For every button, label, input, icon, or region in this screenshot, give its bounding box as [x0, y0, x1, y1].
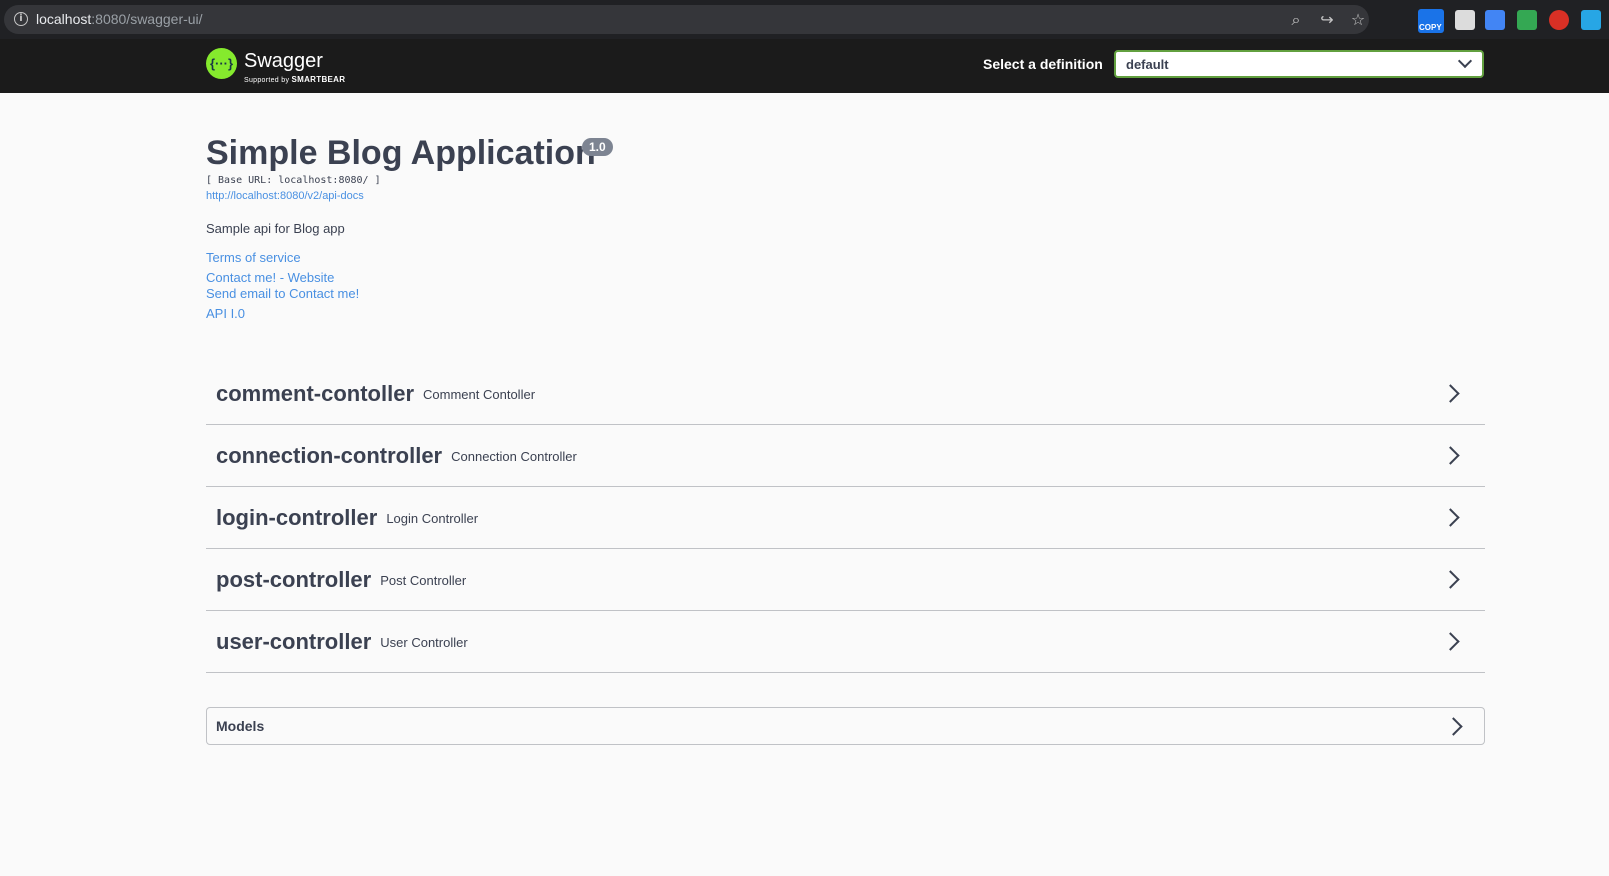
chevron-right-icon[interactable] — [1441, 632, 1460, 651]
tag-section-comment-contoller[interactable]: comment-contoller Comment Contoller — [206, 363, 1485, 425]
definition-select-label: Select a definition — [983, 56, 1103, 72]
chevron-right-icon[interactable] — [1444, 717, 1463, 736]
swagger-logo-icon[interactable]: {···} — [206, 48, 237, 79]
tag-section-post-controller[interactable]: post-controller Post Controller — [206, 549, 1485, 611]
cube-extension-icon[interactable] — [1455, 10, 1475, 30]
base-url: [ Base URL: localhost:8080/ ] — [206, 175, 381, 186]
tag-section-login-controller[interactable]: login-controller Login Controller — [206, 487, 1485, 549]
tag-description: User Controller — [380, 635, 468, 650]
models-section[interactable]: Models — [206, 707, 1485, 745]
smartbear-tagline: Supported by SMARTBEAR — [244, 75, 346, 84]
tag-description: Comment Contoller — [423, 387, 536, 402]
api-description: Sample api for Blog app — [206, 221, 345, 236]
chevron-right-icon[interactable] — [1441, 508, 1460, 527]
bookmark-star-icon[interactable]: ☆ — [1348, 10, 1368, 30]
site-info-icon[interactable]: i — [14, 12, 28, 26]
contact-email-link[interactable]: Send email to Contact me! — [206, 286, 359, 301]
address-bar[interactable]: i localhost:8080/swagger-ui/ ⌕ ↪ ☆ — [4, 5, 1369, 34]
print-extension-icon[interactable] — [1517, 10, 1537, 30]
definition-select[interactable]: default — [1114, 50, 1484, 78]
chevron-right-icon[interactable] — [1441, 446, 1460, 465]
tag-list: comment-contoller Comment Contoller conn… — [206, 363, 1485, 673]
tag-name: post-controller — [216, 566, 372, 592]
translate-extension-icon[interactable] — [1485, 10, 1505, 30]
chevron-down-icon — [1457, 53, 1473, 69]
tag-description: Post Controller — [380, 573, 467, 588]
terms-of-service-link[interactable]: Terms of service — [206, 250, 301, 265]
api-version-link[interactable]: API I.0 — [206, 306, 245, 321]
copy-extension-icon[interactable]: COPY — [1418, 9, 1444, 33]
definition-select-value: default — [1126, 57, 1169, 72]
tag-name: login-controller — [216, 504, 378, 530]
contact-website-link[interactable]: Contact me! - Website — [206, 270, 334, 285]
share-icon[interactable]: ↪ — [1317, 10, 1337, 30]
tag-section-user-controller[interactable]: user-controller User Controller — [206, 611, 1485, 673]
api-docs-link[interactable]: http://localhost:8080/v2/api-docs — [206, 190, 364, 202]
pen-extension-icon[interactable] — [1581, 10, 1601, 30]
tag-description: Connection Controller — [451, 449, 577, 464]
zoom-icon[interactable]: ⌕ — [1286, 10, 1306, 30]
tag-name: user-controller — [216, 628, 372, 654]
w-extension-icon[interactable] — [1549, 10, 1569, 30]
tag-name: comment-contoller — [216, 380, 415, 406]
swagger-topbar: {···} Swagger Supported by SMARTBEAR Sel… — [0, 39, 1609, 93]
tag-section-connection-controller[interactable]: connection-controller Connection Control… — [206, 425, 1485, 487]
tag-description: Login Controller — [386, 511, 479, 526]
version-badge: 1.0 — [582, 138, 613, 156]
tag-name: connection-controller — [216, 442, 443, 468]
url-text[interactable]: localhost:8080/swagger-ui/ — [36, 11, 203, 27]
models-label: Models — [216, 718, 265, 734]
swagger-logo-text[interactable]: Swagger — [244, 50, 323, 73]
api-title: Simple Blog Application — [206, 134, 596, 172]
browser-toolbar: i localhost:8080/swagger-ui/ ⌕ ↪ ☆ COPY — [0, 0, 1609, 39]
chevron-right-icon[interactable] — [1441, 384, 1460, 403]
chevron-right-icon[interactable] — [1441, 570, 1460, 589]
